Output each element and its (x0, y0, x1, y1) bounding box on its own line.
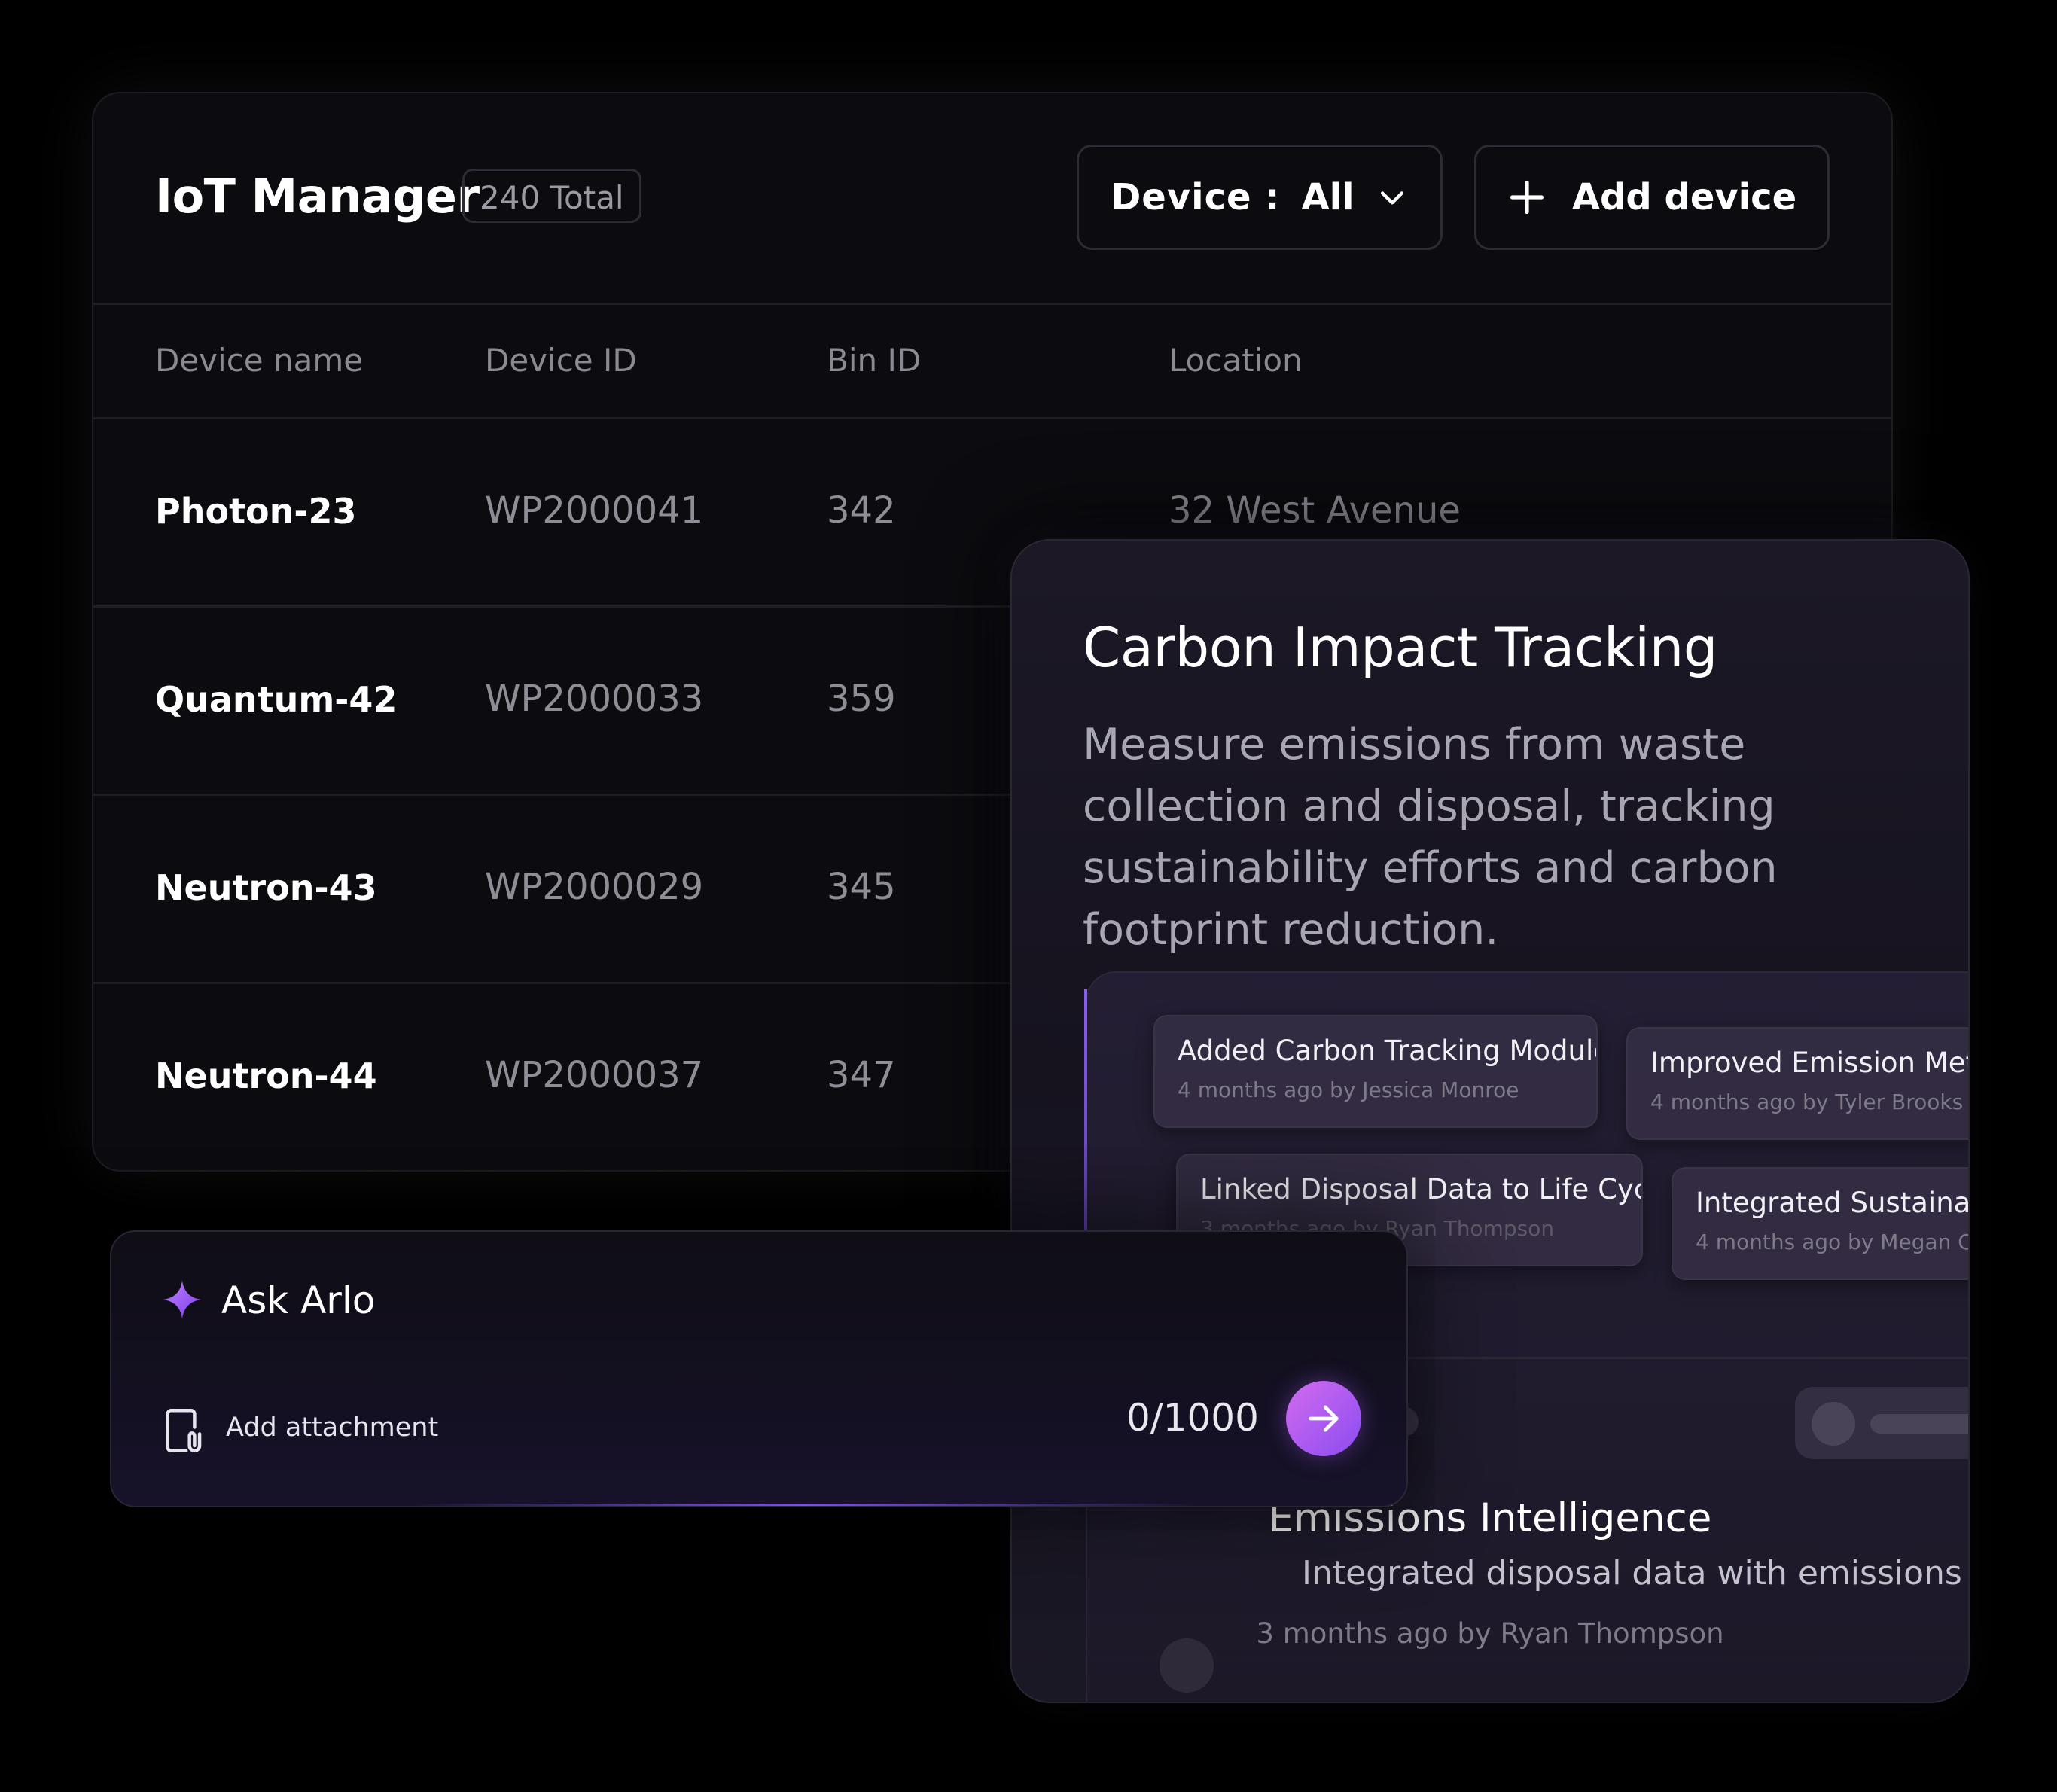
timeline-line (1084, 989, 1087, 1230)
total-count-badge: 240 Total (462, 169, 641, 223)
stage: IoT Manager 240 Total Device : All Add d… (0, 0, 2057, 1792)
add-device-label: Add device (1571, 176, 1797, 218)
device-filter-dropdown[interactable]: Device : All (1077, 145, 1443, 250)
timeline-item[interactable]: Improved Emission Metric 4 months ago by… (1626, 1027, 1968, 1140)
table-divider (93, 417, 1891, 419)
sparkle-icon (163, 1280, 202, 1319)
device-id-cell: WP2000029 (485, 866, 704, 908)
page-title: IoT Manager (155, 169, 480, 224)
timeline-item[interactable]: Integrated Sustainabili 4 months ago by … (1672, 1167, 1970, 1280)
bin-id-cell: 342 (827, 489, 896, 532)
timeline-item[interactable]: Added Carbon Tracking Module 4 months ag… (1153, 1015, 1598, 1128)
ask-arlo-panel: Ask Arlo Add attachment 0/1000 (110, 1230, 1408, 1507)
timeline-item-title: Linked Disposal Data to Life Cycle (1200, 1173, 1643, 1205)
bin-id-cell: 359 (827, 678, 896, 720)
send-button[interactable] (1286, 1381, 1361, 1456)
timeline-item-meta: 4 months ago by Megan Car (1696, 1230, 1970, 1254)
device-filter-label: Device : (1111, 176, 1281, 218)
plus-icon (1510, 180, 1544, 215)
device-id-cell: WP2000037 (485, 1054, 704, 1096)
feature-meta: 3 months ago by Ryan Thompson (1256, 1617, 1724, 1650)
carbon-impact-card: Carbon Impact Tracking Measure emissions… (1010, 539, 1970, 1703)
device-name-cell: Neutron-44 (155, 1056, 377, 1096)
device-filter-value: All (1301, 176, 1355, 218)
arrow-right-icon (1309, 1405, 1339, 1432)
column-header-location[interactable]: Location (1169, 342, 1303, 379)
device-name-cell: Quantum-42 (155, 679, 398, 720)
chevron-down-icon (1380, 191, 1403, 205)
device-name-cell: Neutron-43 (155, 867, 377, 908)
placeholder-bar (1870, 1414, 1968, 1434)
timeline-item-title: Integrated Sustainabili (1696, 1187, 1970, 1219)
bin-id-cell: 345 (827, 866, 896, 908)
bin-id-cell: 347 (827, 1054, 896, 1096)
device-name-cell: Photon-23 (155, 491, 357, 532)
feature-description: Integrated disposal data with emissions … (1302, 1554, 1970, 1592)
add-device-button[interactable]: Add device (1474, 145, 1830, 250)
ask-arlo-title[interactable]: Ask Arlo (221, 1278, 375, 1322)
timeline-item-title: Improved Emission Metric (1650, 1047, 1968, 1079)
timeline-item-meta: 4 months ago by Tyler Brooks (1650, 1090, 1964, 1114)
placeholder-avatar (1812, 1402, 1855, 1446)
paperclip-document-icon[interactable] (163, 1406, 206, 1455)
character-counter: 0/1000 (1126, 1396, 1259, 1440)
column-header-device-id[interactable]: Device ID (485, 342, 637, 379)
column-header-device-name[interactable]: Device name (155, 342, 363, 379)
carbon-card-description: Measure emissions from waste collection … (1083, 720, 1778, 955)
timeline-item-meta: 4 months ago by Jessica Monroe (1178, 1077, 1519, 1102)
device-id-cell: WP2000033 (485, 678, 704, 720)
carbon-card-title: Carbon Impact Tracking (1083, 616, 1717, 679)
header-divider (93, 303, 1891, 305)
timeline-item-title: Added Carbon Tracking Module (1178, 1035, 1598, 1067)
add-attachment-label[interactable]: Add attachment (226, 1413, 438, 1443)
device-id-cell: WP2000041 (485, 489, 704, 532)
location-cell: 32 West Avenue (1169, 489, 1461, 532)
column-header-bin-id[interactable]: Bin ID (827, 342, 921, 379)
